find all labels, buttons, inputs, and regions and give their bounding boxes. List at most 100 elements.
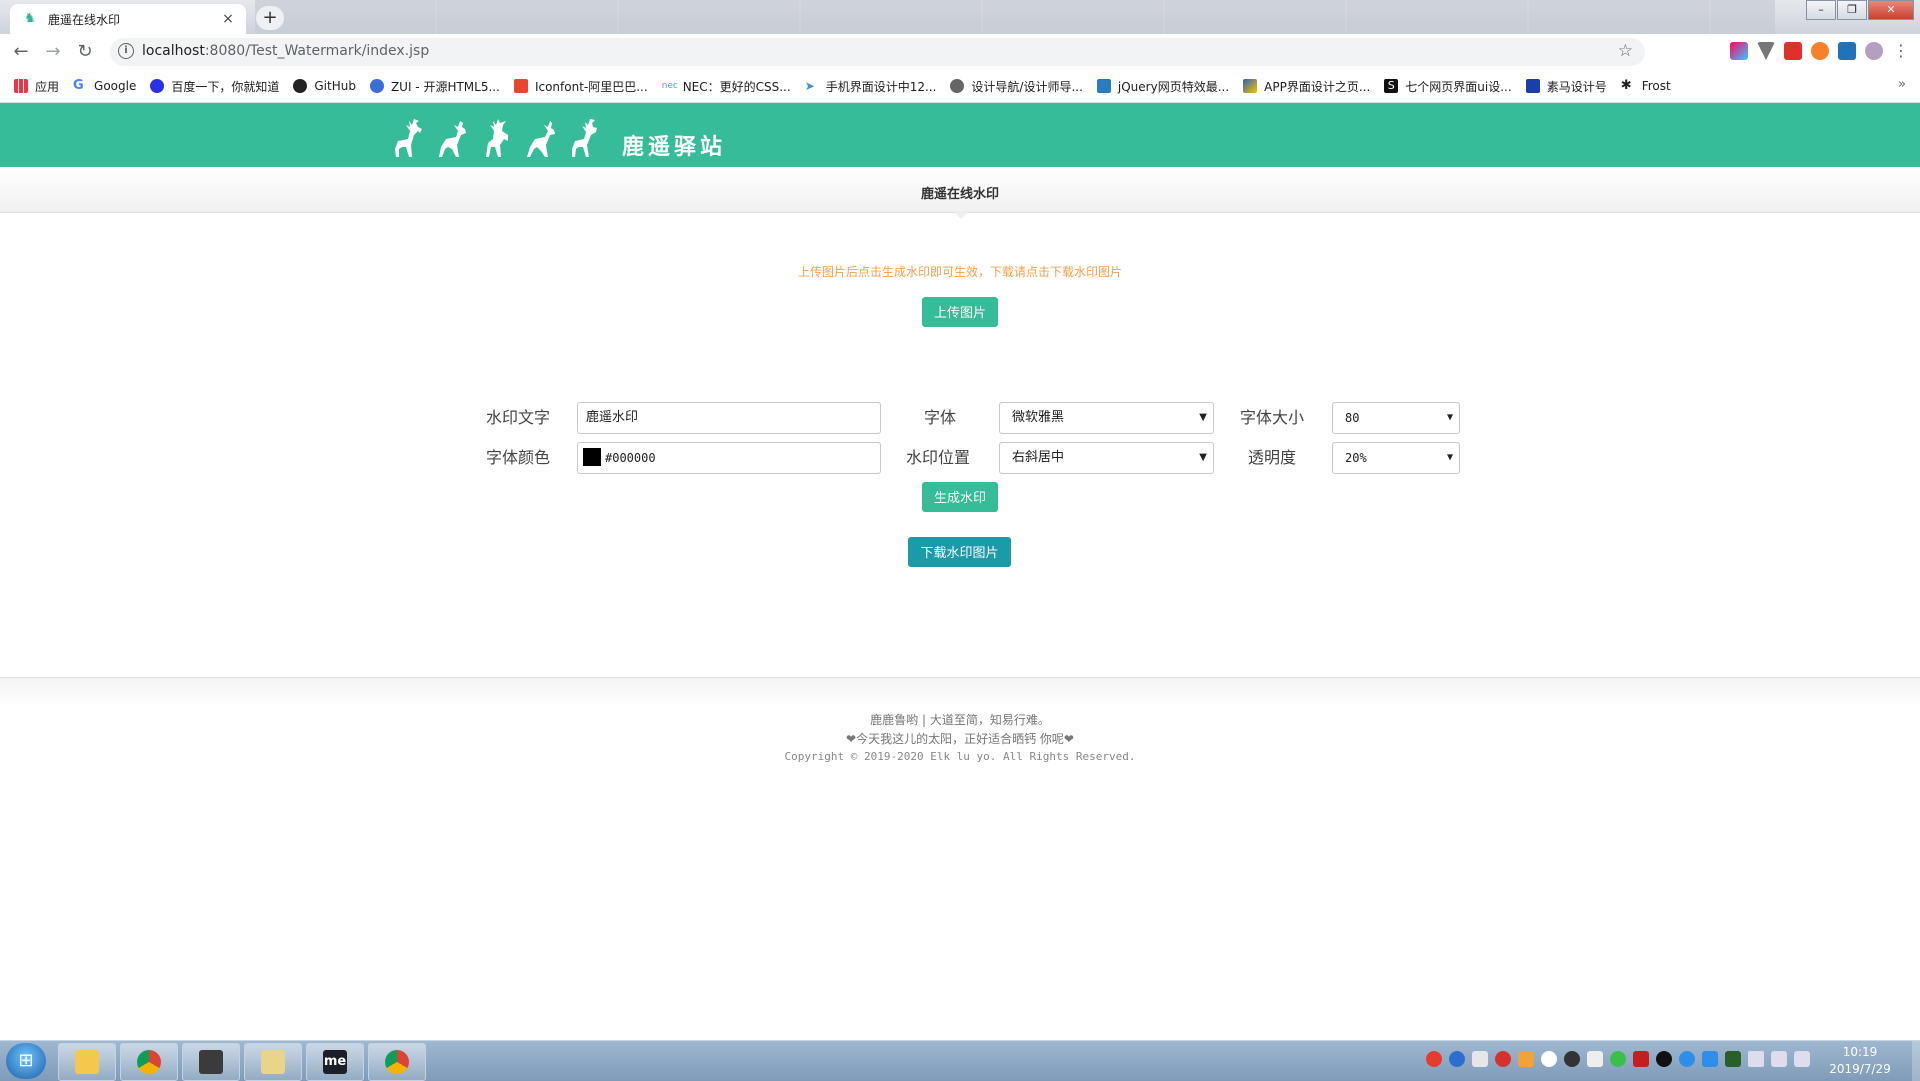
extension-blue-icon[interactable]: [1838, 42, 1856, 60]
app-design-icon: [1243, 79, 1258, 93]
bookmark-nec[interactable]: nec NEC：更好的CSS...: [662, 78, 791, 95]
minimize-button[interactable]: –: [1806, 0, 1836, 20]
sogou-icon[interactable]: [1426, 1051, 1442, 1067]
back-arrow-icon[interactable]: ←: [10, 41, 32, 63]
taskbar-explorer[interactable]: [58, 1043, 116, 1081]
dropdown-arrow-icon: ▼: [1446, 452, 1453, 463]
bookmark-label: 素马设计号: [1546, 79, 1607, 94]
nvidia-icon[interactable]: [1725, 1051, 1741, 1067]
tray-app-icon[interactable]: [1633, 1051, 1649, 1067]
vue-devtools-icon[interactable]: [1757, 42, 1775, 60]
tray-app-icon[interactable]: [1518, 1051, 1534, 1067]
taskbar-sublime[interactable]: [182, 1043, 240, 1081]
address-bar[interactable]: i localhost:8080/Test_Watermark/index.js…: [110, 38, 1645, 66]
tray-app-icon[interactable]: [1564, 1051, 1580, 1067]
page-title[interactable]: 鹿遥在线水印: [0, 183, 1920, 202]
menu-dots-icon[interactable]: ⋮: [1892, 42, 1910, 60]
bookmark-design-nav[interactable]: 设计导航/设计师导...: [950, 78, 1083, 95]
tab-close-icon[interactable]: ×: [220, 11, 236, 27]
font-select-value: 微软雅黑: [1012, 410, 1065, 425]
site-info-icon[interactable]: i: [118, 43, 134, 59]
download-watermark-button[interactable]: 下载水印图片: [908, 537, 1011, 567]
taskbar-folder[interactable]: [244, 1043, 302, 1081]
tray-app-icon[interactable]: [1702, 1051, 1718, 1067]
bookmark-star-icon[interactable]: ☆: [1618, 41, 1633, 61]
watermark-position-select[interactable]: 右斜居中 ▼: [999, 442, 1214, 474]
font-select[interactable]: 微软雅黑 ▼: [999, 402, 1214, 434]
url-text[interactable]: localhost:8080/Test_Watermark/index.jsp: [142, 43, 429, 59]
baidu-paw-icon: [150, 79, 165, 93]
restore-button[interactable]: ❐: [1837, 0, 1867, 20]
reload-icon[interactable]: ↻: [74, 41, 96, 63]
new-tab-button[interactable]: +: [256, 6, 284, 30]
profile-avatar-icon[interactable]: [1865, 42, 1883, 60]
taskbar-chrome-2[interactable]: [368, 1043, 426, 1081]
show-desktop-button[interactable]: [1912, 1041, 1920, 1081]
chrome-icon: [385, 1050, 409, 1074]
tray-app-icon[interactable]: [1679, 1051, 1695, 1067]
bookmark-baidu[interactable]: 百度一下，你就知道: [150, 78, 279, 95]
bookmark-iconfont[interactable]: Iconfont-阿里巴巴...: [513, 78, 648, 95]
system-clock[interactable]: 10:19 2019/7/29: [1812, 1044, 1908, 1078]
weibo-icon[interactable]: [1495, 1051, 1511, 1067]
bookmark-google[interactable]: G Google: [73, 79, 137, 94]
bookmarks-overflow-icon[interactable]: »: [1898, 77, 1906, 92]
network-icon[interactable]: [1794, 1051, 1810, 1067]
font-color-value: #000000: [605, 451, 656, 465]
forward-arrow-icon[interactable]: →: [42, 41, 64, 63]
bookmark-app-design[interactable]: APP界面设计之页...: [1243, 78, 1370, 95]
flash-extension-icon[interactable]: [1784, 42, 1802, 60]
taskbar-chrome[interactable]: [120, 1043, 178, 1081]
upload-image-button[interactable]: 上传图片: [922, 297, 998, 327]
window-close-button[interactable]: ✕: [1868, 0, 1914, 20]
qq-icon[interactable]: [1656, 1051, 1672, 1067]
deer-icon: [395, 119, 422, 157]
extension-orange-icon[interactable]: [1811, 42, 1829, 60]
bookmark-label: NEC：更好的CSS...: [682, 79, 791, 94]
bookmark-github[interactable]: GitHub: [293, 79, 356, 93]
nec-icon: nec: [661, 81, 678, 91]
bookmark-suma[interactable]: 素马设计号: [1525, 78, 1607, 95]
windows-logo-icon: ⊞: [18, 1050, 34, 1071]
bookmark-zui[interactable]: ZUI - 开源HTML5...: [369, 78, 500, 95]
bookmark-seven-ui[interactable]: S 七个网页界面ui设...: [1384, 78, 1512, 95]
font-size-select[interactable]: 80 ▼: [1332, 402, 1460, 434]
flag-icon[interactable]: [1771, 1051, 1787, 1067]
background-tabs: [255, 0, 1775, 34]
deer-favicon-icon: ♞: [24, 11, 36, 26]
watermark-text-label: 水印文字: [486, 408, 551, 427]
opacity-select[interactable]: 20% ▼: [1332, 442, 1460, 474]
bookmark-label: ZUI - 开源HTML5...: [390, 79, 500, 94]
tray-app-icon[interactable]: [1541, 1051, 1557, 1067]
bookmark-label: APP界面设计之页...: [1264, 79, 1371, 94]
chrome-icon: [137, 1050, 161, 1074]
generate-watermark-button[interactable]: 生成水印: [922, 482, 998, 512]
bookmark-label: 手机界面设计中12...: [825, 79, 937, 94]
tray-expand-icon[interactable]: [1472, 1051, 1488, 1067]
bookmark-mobile-ui[interactable]: ➤ 手机界面设计中12...: [805, 78, 937, 95]
start-button[interactable]: ⊞: [6, 1043, 46, 1079]
clock-date: 2019/7/29: [1829, 1062, 1891, 1076]
bookmark-label: Google: [94, 79, 137, 93]
send-icon[interactable]: [1587, 1051, 1603, 1067]
dropdown-arrow-icon: ▼: [1446, 412, 1453, 423]
color-swatch[interactable]: [583, 448, 601, 466]
footer-copyright: Copyright © 2019-2020 Elk lu yo. All Rig…: [784, 750, 1136, 763]
font-color-input[interactable]: #000000: [577, 442, 881, 474]
me-icon: me: [323, 1050, 347, 1074]
extension-icon[interactable]: [1730, 42, 1748, 60]
watermark-text-input[interactable]: 鹿遥水印: [577, 402, 881, 434]
help-icon[interactable]: [1449, 1051, 1465, 1067]
extensions-row: ⋮: [1730, 42, 1910, 60]
url-path: :8080/Test_Watermark/index.jsp: [204, 43, 430, 59]
bookmark-apps[interactable]: 应用: [14, 78, 59, 95]
bookmark-label: 应用: [35, 79, 60, 94]
system-tray: [1426, 1051, 1810, 1067]
wechat-icon[interactable]: [1610, 1051, 1626, 1067]
bookmark-frost[interactable]: ✱ Frost: [1621, 79, 1671, 94]
volume-icon[interactable]: [1748, 1051, 1764, 1067]
bookmark-jquery[interactable]: jQuery网页特效最...: [1096, 78, 1229, 95]
taskbar-me[interactable]: me: [306, 1043, 364, 1081]
tab-active[interactable]: ♞ 鹿遥在线水印 ×: [10, 4, 246, 34]
iconfont-icon: [513, 79, 528, 93]
